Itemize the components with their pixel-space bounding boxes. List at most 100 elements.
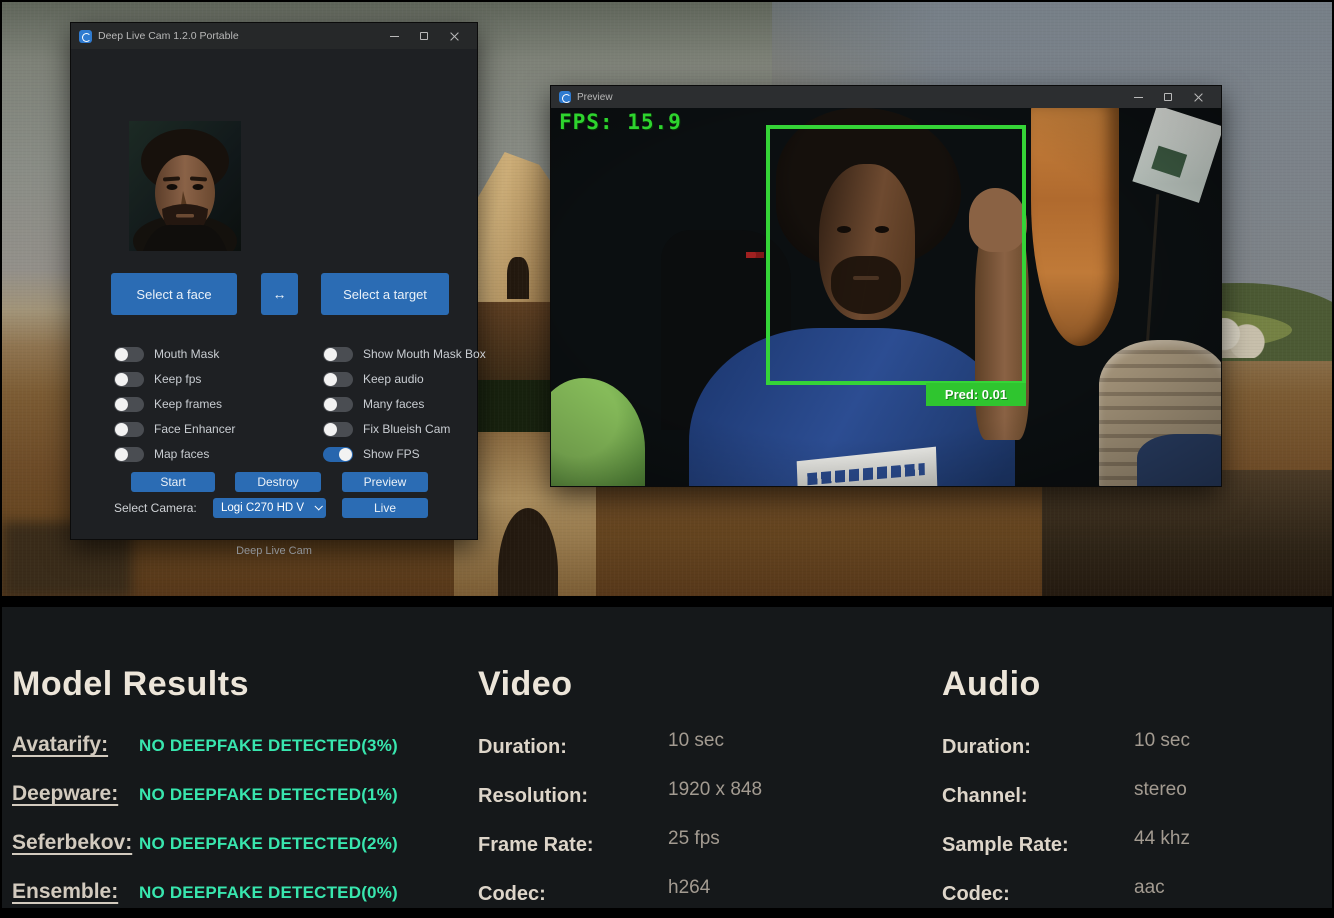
app-body: Select a face ↔ Select a target Mouth Ma…	[71, 49, 477, 539]
toggle-switch[interactable]	[323, 372, 353, 387]
toggle-mouth-mask[interactable]: Mouth Mask	[114, 345, 219, 363]
model-result-value: NO DEEPFAKE DETECTED(0%)	[139, 883, 398, 903]
maximize-button[interactable]	[409, 26, 439, 46]
toggle-label: Many faces	[363, 397, 424, 411]
video-resolution-label: Resolution:	[478, 785, 668, 808]
toggle-knob	[115, 423, 128, 436]
audio-info-row: Sample Rate: 44 khz	[942, 834, 1190, 857]
audio-heading: Audio	[942, 665, 1041, 704]
video-heading: Video	[478, 665, 572, 704]
close-button[interactable]	[439, 26, 469, 46]
toggle-keep-fps[interactable]: Keep fps	[114, 370, 201, 388]
video-codec-label: Codec:	[478, 883, 668, 906]
audio-info-row: Channel: stereo	[942, 785, 1187, 808]
toggle-label: Keep audio	[363, 372, 424, 386]
video-framerate-value: 25 fps	[668, 828, 720, 850]
destroy-button[interactable]: Destroy	[235, 472, 321, 492]
toggle-knob	[115, 348, 128, 361]
live-button[interactable]: Live	[342, 498, 428, 518]
toggle-switch[interactable]	[114, 422, 144, 437]
video-framerate-label: Frame Rate:	[478, 834, 668, 857]
video-info-row: Frame Rate: 25 fps	[478, 834, 720, 857]
audio-duration-label: Duration:	[942, 736, 1134, 759]
audio-channel-value: stereo	[1134, 779, 1187, 801]
toggle-knob	[324, 398, 337, 411]
toggle-switch[interactable]	[323, 422, 353, 437]
maximize-icon	[1164, 93, 1172, 101]
toggle-map-faces[interactable]: Map faces	[114, 445, 209, 463]
video-info-row: Resolution: 1920 x 848	[478, 785, 762, 808]
toggle-switch[interactable]	[114, 372, 144, 387]
audio-duration-value: 10 sec	[1134, 730, 1190, 752]
model-result-value: NO DEEPFAKE DETECTED(3%)	[139, 736, 398, 756]
screen: Deep Live Cam 1.2.0 Portable	[0, 0, 1334, 918]
toggle-switch[interactable]	[323, 347, 353, 362]
select-face-button[interactable]: Select a face	[111, 273, 237, 315]
model-results-heading: Model Results	[12, 665, 249, 704]
prediction-badge: Pred: 0.01	[926, 383, 1026, 406]
preview-titlebar[interactable]: Preview	[551, 86, 1221, 108]
audio-info-row: Duration: 10 sec	[942, 736, 1190, 759]
app-window-title: Deep Live Cam 1.2.0 Portable	[98, 30, 239, 42]
preview-window-title: Preview	[577, 92, 613, 103]
toggle-label: Show Mouth Mask Box	[363, 347, 486, 361]
toggle-face-enhancer[interactable]: Face Enhancer	[114, 420, 235, 438]
toggle-switch[interactable]	[114, 347, 144, 362]
app-titlebar[interactable]: Deep Live Cam 1.2.0 Portable	[71, 23, 477, 49]
audio-codec-label: Codec:	[942, 883, 1134, 906]
preview-minimize-button[interactable]	[1123, 87, 1153, 107]
toggle-knob	[324, 423, 337, 436]
toggle-switch[interactable]	[114, 447, 144, 462]
toggle-switch[interactable]	[323, 447, 353, 462]
toggle-show-fps[interactable]: Show FPS	[323, 445, 420, 463]
audio-info-row: Codec: aac	[942, 883, 1165, 906]
toggle-label: Fix Blueish Cam	[363, 422, 450, 436]
video-duration-value: 10 sec	[668, 730, 724, 752]
toggle-fix-blueish-cam[interactable]: Fix Blueish Cam	[323, 420, 450, 438]
toggle-label: Map faces	[154, 447, 209, 461]
model-link-seferbekov[interactable]: Seferbekov:	[12, 831, 139, 855]
start-button[interactable]: Start	[131, 472, 215, 492]
video-codec-value: h264	[668, 877, 710, 899]
swap-faces-button[interactable]: ↔	[261, 273, 298, 315]
video-resolution-value: 1920 x 848	[668, 779, 762, 801]
toggle-knob	[324, 348, 337, 361]
toggle-keep-audio[interactable]: Keep audio	[323, 370, 424, 388]
minimize-button[interactable]	[379, 26, 409, 46]
preview-window: Preview	[550, 85, 1222, 487]
preview-close-button[interactable]	[1183, 87, 1213, 107]
preview-maximize-button[interactable]	[1153, 87, 1183, 107]
model-link-deepware[interactable]: Deepware:	[12, 782, 139, 806]
app-footer-text: Deep Live Cam	[71, 545, 477, 557]
maximize-icon	[420, 32, 428, 40]
toggle-knob	[115, 373, 128, 386]
preview-button[interactable]: Preview	[342, 472, 428, 492]
toggle-label: Keep frames	[154, 397, 222, 411]
toggle-many-faces[interactable]: Many faces	[323, 395, 424, 413]
model-result-row: Seferbekov: NO DEEPFAKE DETECTED(2%)	[12, 831, 398, 855]
face-detection-box: Pred: 0.01	[766, 125, 1026, 385]
camera-dropdown-value: Logi C270 HD V	[221, 502, 304, 514]
toggle-keep-frames[interactable]: Keep frames	[114, 395, 222, 413]
toggle-show-mouth-mask-box[interactable]: Show Mouth Mask Box	[323, 345, 486, 363]
model-link-avatarify[interactable]: Avatarify:	[12, 733, 139, 757]
audio-samplerate-value: 44 khz	[1134, 828, 1190, 850]
toggle-label: Show FPS	[363, 447, 420, 461]
close-icon	[1194, 93, 1203, 102]
toggle-switch[interactable]	[114, 397, 144, 412]
select-target-button[interactable]: Select a target	[321, 273, 449, 315]
select-camera-label: Select Camera:	[114, 501, 197, 515]
video-info-row: Codec: h264	[478, 883, 710, 906]
model-result-value: NO DEEPFAKE DETECTED(2%)	[139, 834, 398, 854]
camera-dropdown[interactable]: Logi C270 HD V	[213, 498, 326, 518]
model-link-ensemble[interactable]: Ensemble:	[12, 880, 139, 904]
preview-app-icon	[559, 91, 571, 103]
toggle-switch[interactable]	[323, 397, 353, 412]
minimize-icon	[390, 36, 399, 37]
model-result-row: Ensemble: NO DEEPFAKE DETECTED(0%)	[12, 880, 398, 904]
minimize-icon	[1134, 97, 1143, 98]
audio-codec-value: aac	[1134, 877, 1165, 899]
chevron-down-icon	[314, 502, 322, 510]
toggle-knob	[115, 398, 128, 411]
fps-readout: FPS: 15.9	[559, 110, 682, 134]
